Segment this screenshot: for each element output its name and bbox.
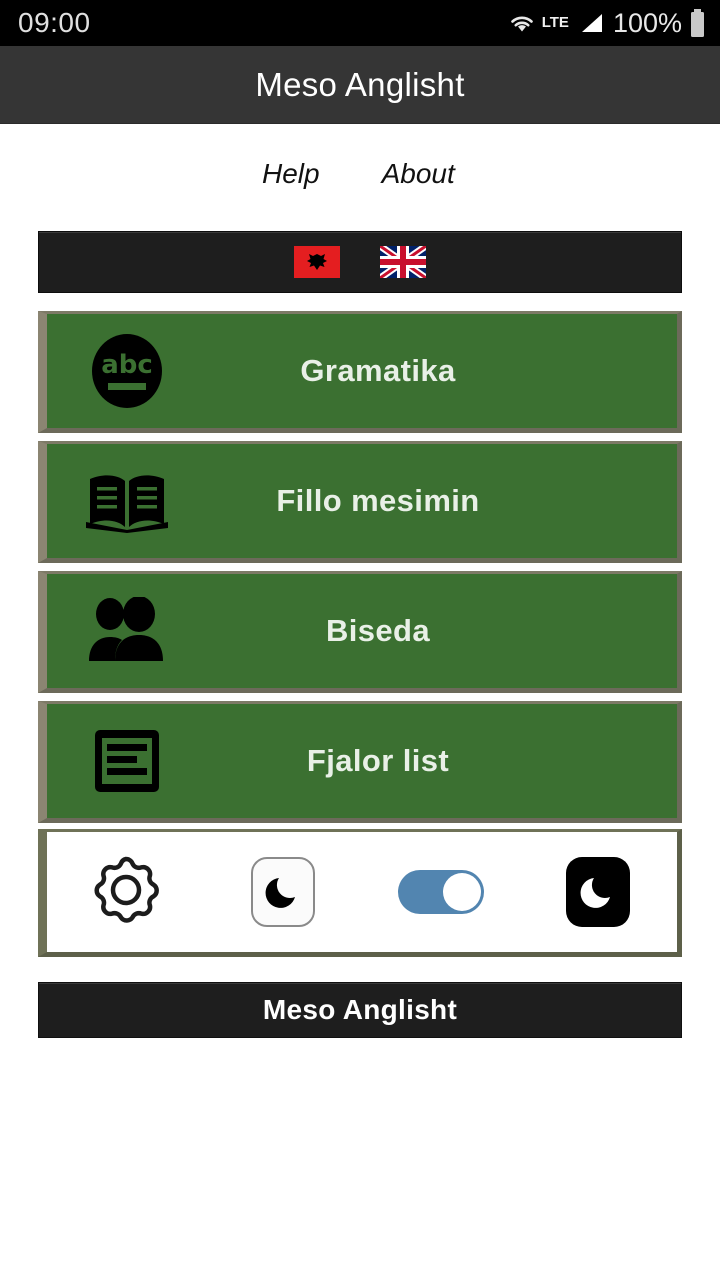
abc-icon: abc <box>79 333 175 409</box>
moon-light-icon[interactable] <box>251 857 316 927</box>
menu-button-label: Biseda <box>325 613 431 648</box>
app-bar: Meso Anglisht <box>0 46 720 124</box>
app-screen: 09:00 LTE 100% Meso Anglisht Help About … <box>0 0 720 1280</box>
top-links-row: Help About <box>0 124 720 224</box>
signal-bars-icon <box>576 11 606 35</box>
albanian-eagle-icon <box>307 254 327 270</box>
toggle-knob <box>442 873 481 911</box>
menu-button-label: Gramatika <box>300 353 456 388</box>
help-link[interactable]: Help <box>262 158 320 190</box>
dark-mode-cell[interactable] <box>520 857 678 927</box>
uk-flag[interactable] <box>380 246 426 278</box>
bottom-banner[interactable]: Meso Anglisht <box>38 982 682 1038</box>
menu-button-fjalor-list[interactable]: Fjalor list <box>38 701 682 823</box>
moon-dark-icon[interactable] <box>566 857 631 927</box>
gear-icon[interactable] <box>90 854 162 931</box>
status-icons: LTE 100% <box>507 8 706 39</box>
status-bar: 09:00 LTE 100% <box>0 0 720 46</box>
albanian-flag[interactable] <box>294 246 340 278</box>
menu-button-label: Fjalor list <box>306 743 450 778</box>
list-document-icon <box>79 723 175 799</box>
status-time: 09:00 <box>18 7 91 38</box>
theme-toggle-cell[interactable] <box>362 870 520 914</box>
menu-button-gramatika[interactable]: abc Gramatika <box>38 311 682 433</box>
menu-button-label: Fillo mesimin <box>276 483 480 518</box>
light-mode-cell[interactable] <box>205 857 363 927</box>
menu-button-fillo-mesimin[interactable]: Fillo mesimin <box>38 441 682 563</box>
bottom-banner-label: Meso Anglisht <box>262 994 458 1025</box>
settings-gear-cell[interactable] <box>47 854 205 931</box>
open-book-icon <box>79 463 175 539</box>
settings-panel <box>38 829 682 957</box>
network-type-label: LTE <box>541 13 569 31</box>
battery-full-icon <box>689 8 706 38</box>
people-icon <box>79 593 175 669</box>
menu-button-biseda[interactable]: Biseda <box>38 571 682 693</box>
empty-content-area <box>0 1045 720 1280</box>
language-selector-bar <box>38 231 682 293</box>
battery-percent: 100% <box>612 7 682 38</box>
about-link[interactable]: About <box>382 158 455 190</box>
theme-toggle[interactable] <box>397 870 484 914</box>
page-title: Meso Anglisht <box>255 65 465 103</box>
abc-icon-text: abc <box>101 350 153 380</box>
wifi-icon <box>507 11 537 35</box>
